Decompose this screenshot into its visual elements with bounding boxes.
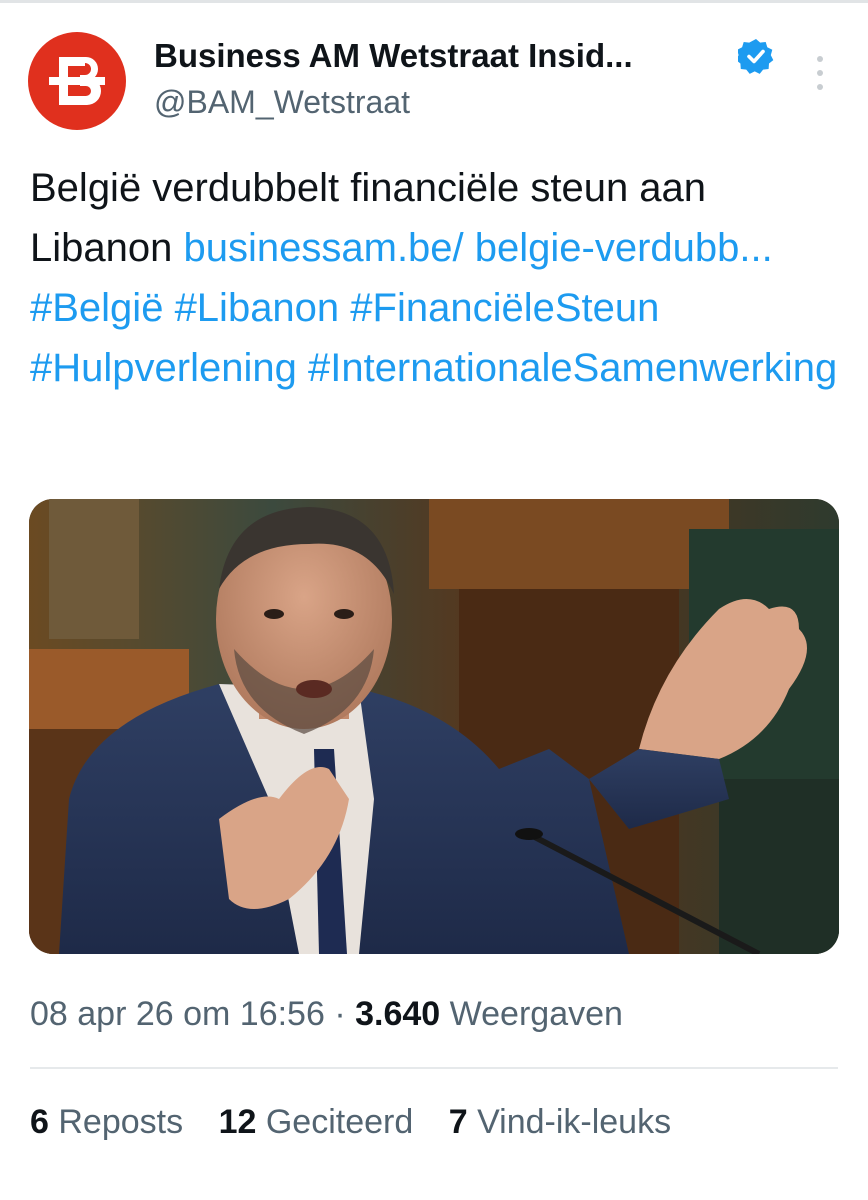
quotes-label: Geciteerd <box>265 1103 414 1141</box>
meta-separator: · <box>334 995 346 1033</box>
likes-label: Vind-ik-leuks <box>477 1103 672 1141</box>
avatar[interactable] <box>28 32 126 130</box>
tweet-text: België verdubbelt financiële steun aan L… <box>30 158 850 398</box>
author-display-name[interactable]: Business AM Wetstraat Insid... <box>154 36 633 76</box>
verified-badge-icon[interactable] <box>738 38 774 74</box>
photo-illustration <box>29 499 839 954</box>
tweet-meta: 08 apr 26 om 16:56 · 3.640 Weergaven <box>30 992 623 1036</box>
hashtag-hulpverlening[interactable]: #Hulpverlening <box>30 346 297 390</box>
hashtag-financielesteun[interactable]: #FinanciëleSteun <box>350 286 659 330</box>
views-label: Weergaven <box>449 995 623 1033</box>
divider <box>30 1067 838 1069</box>
top-border <box>0 0 868 3</box>
reposts-count: 6 <box>30 1103 49 1141</box>
hashtag-internationalesamenwerking[interactable]: #InternationaleSamenwerking <box>308 346 837 390</box>
hashtag-belgie[interactable]: #België <box>30 286 163 330</box>
tweet-photo[interactable] <box>29 499 839 954</box>
likes-stat[interactable]: 7 Vind-ik-leuks <box>449 1103 671 1141</box>
article-link[interactable]: businessam.be/ belgie-verdubb... <box>184 226 773 270</box>
likes-count: 7 <box>448 1103 468 1141</box>
quotes-count: 12 <box>218 1103 257 1141</box>
business-am-logo-icon <box>49 57 105 105</box>
hashtag-libanon[interactable]: #Libanon <box>175 286 340 330</box>
timestamp[interactable]: 08 apr 26 om 16:56 <box>30 995 325 1033</box>
views-count: 3.640 <box>355 995 441 1033</box>
reposts-stat[interactable]: 6 Reposts <box>30 1103 183 1141</box>
author-handle[interactable]: @BAM_Wetstraat <box>154 82 410 122</box>
quotes-stat[interactable]: 12 Geciteerd <box>219 1103 414 1141</box>
tweet-stats: 6 Reposts 12 Geciteerd 7 Vind-ik-leuks <box>30 1100 697 1144</box>
reposts-label: Reposts <box>58 1103 184 1141</box>
more-options-icon[interactable] <box>808 56 832 90</box>
